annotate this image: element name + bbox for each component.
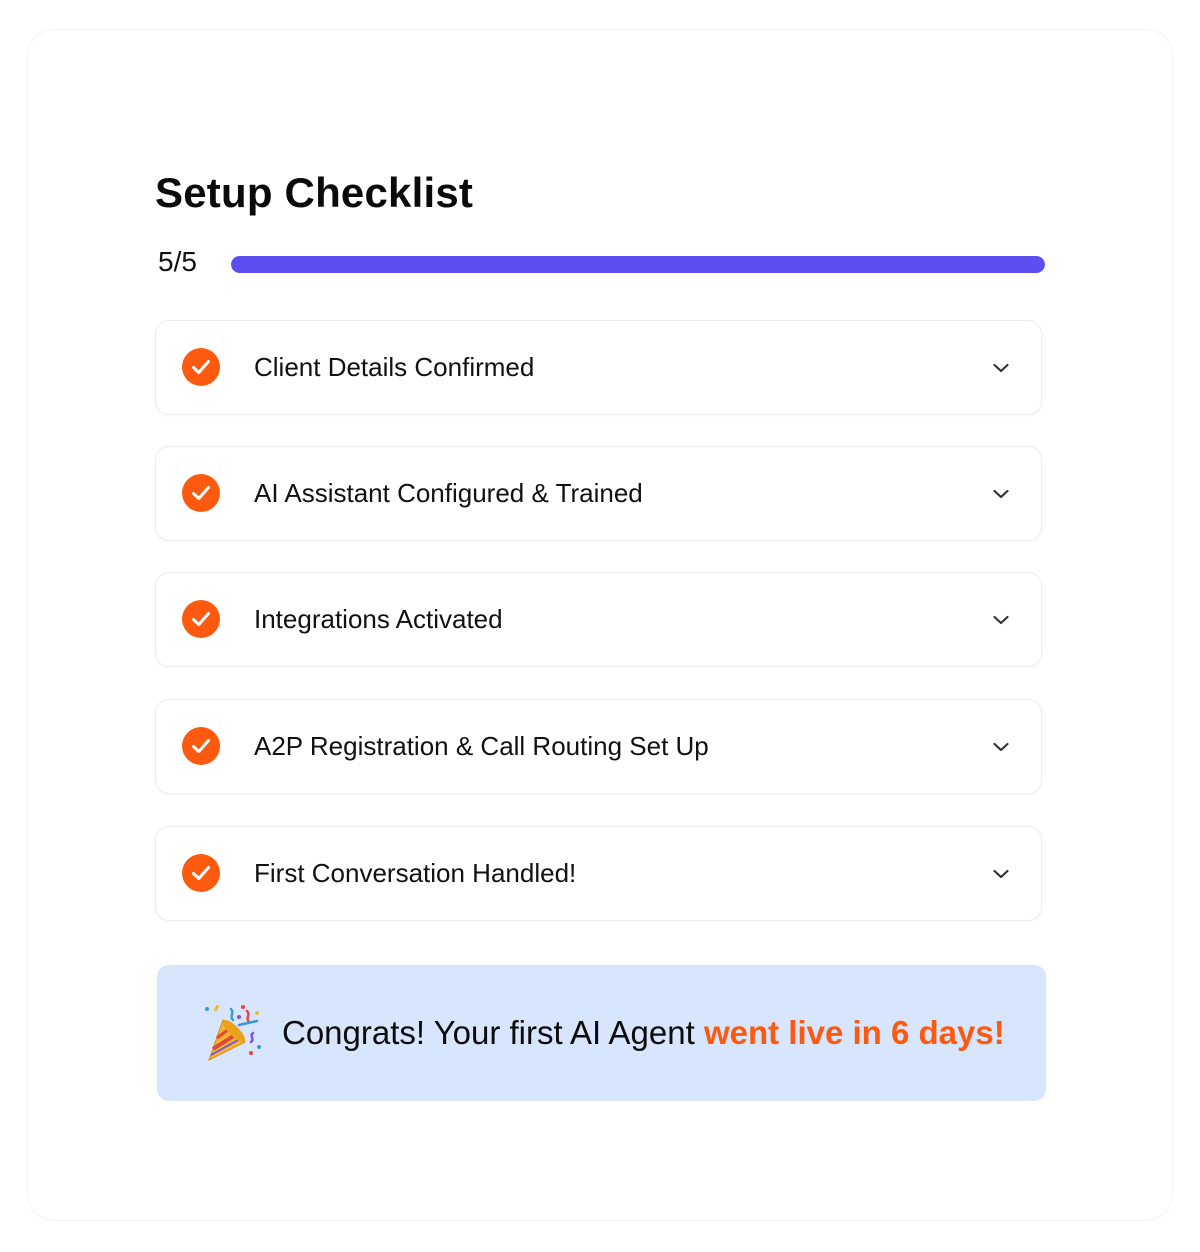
check-circle-icon — [182, 600, 220, 638]
chevron-down-icon[interactable] — [991, 484, 1011, 504]
checklist-step-ai-assistant[interactable]: AI Assistant Configured & Trained — [155, 446, 1042, 541]
progress-bar-fill — [231, 256, 1045, 273]
progress-count: 5/5 — [158, 246, 197, 277]
progress-row: 5/5 — [158, 244, 1048, 284]
checklist-step-a2p-registration[interactable]: A2P Registration & Call Routing Set Up — [155, 699, 1042, 794]
checklist-step-client-details[interactable]: Client Details Confirmed — [155, 320, 1042, 415]
chevron-down-icon[interactable] — [991, 864, 1011, 884]
congrats-message-prefix: Congrats! Your first AI Agent — [282, 1014, 704, 1051]
check-circle-icon — [182, 348, 220, 386]
congrats-banner: Congrats! Your first AI Agent went live … — [157, 965, 1046, 1101]
step-label: AI Assistant Configured & Trained — [254, 478, 643, 508]
progress-bar — [231, 256, 1045, 273]
check-circle-icon — [182, 854, 220, 892]
chevron-down-icon[interactable] — [991, 610, 1011, 630]
chevron-down-icon[interactable] — [991, 358, 1011, 378]
congrats-message: Congrats! Your first AI Agent went live … — [282, 965, 1005, 1101]
chevron-down-icon[interactable] — [991, 737, 1011, 757]
step-label: Integrations Activated — [254, 604, 503, 634]
check-circle-icon — [182, 727, 220, 765]
party-popper-icon — [201, 1003, 263, 1065]
checklist-step-first-conversation[interactable]: First Conversation Handled! — [155, 826, 1042, 921]
congrats-message-highlight: went live in 6 days! — [703, 1014, 1005, 1051]
check-circle-icon — [182, 474, 220, 512]
step-label: A2P Registration & Call Routing Set Up — [254, 731, 709, 761]
step-label: First Conversation Handled! — [254, 858, 577, 888]
step-label: Client Details Confirmed — [254, 352, 535, 382]
page-title: Setup Checklist — [155, 169, 474, 216]
checklist-step-integrations[interactable]: Integrations Activated — [155, 572, 1042, 667]
